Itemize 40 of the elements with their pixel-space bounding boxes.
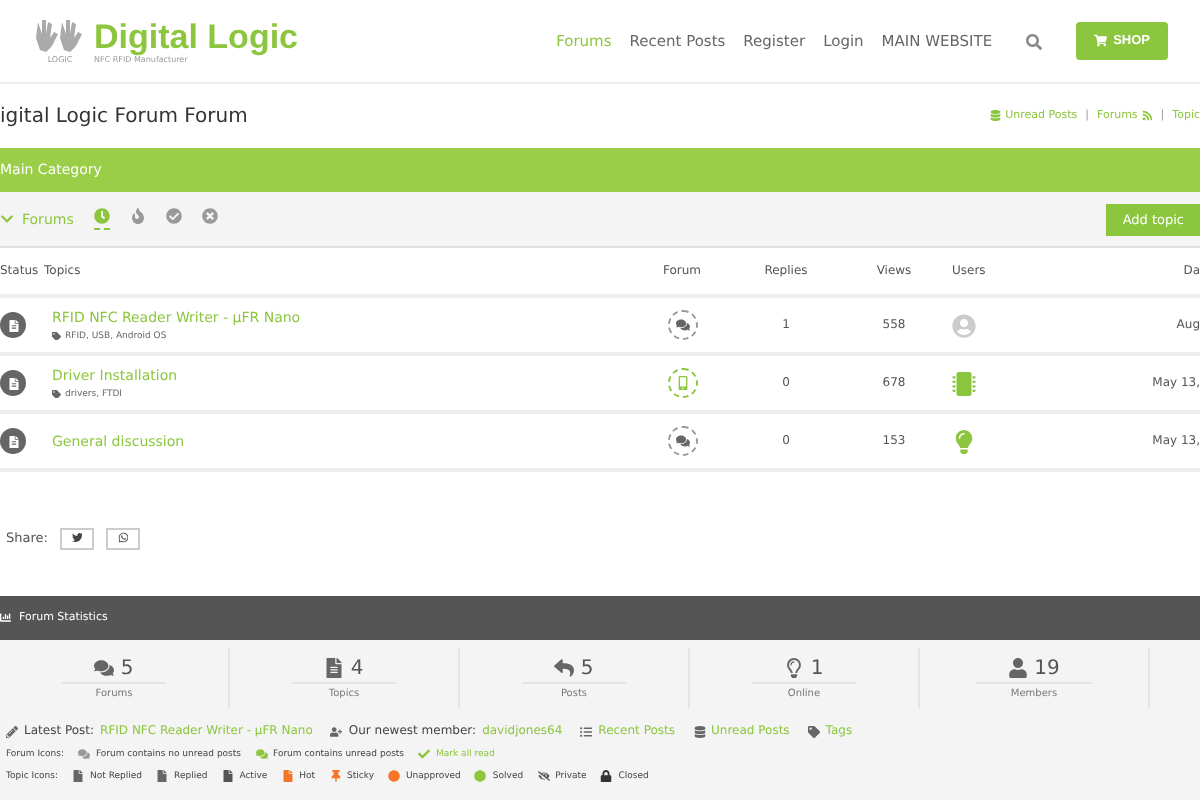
stat-value: 5 xyxy=(580,657,594,679)
topics-stat-icon xyxy=(324,658,345,678)
phone-bubble-icon xyxy=(117,532,129,544)
fire-filter-icon[interactable] xyxy=(129,208,146,230)
page-title: igital Logic Forum Forum xyxy=(0,105,248,127)
user-plus-icon xyxy=(330,725,343,737)
database-icon xyxy=(990,110,1002,122)
stat-value: 4 xyxy=(350,657,364,679)
hands-logo-icon xyxy=(32,18,88,54)
chat-forum-icon[interactable] xyxy=(667,310,697,340)
tag-icon xyxy=(52,331,61,341)
topic-status-icon xyxy=(0,312,26,338)
stat-value: 1 xyxy=(810,657,824,679)
phone-forum-icon[interactable] xyxy=(667,368,697,398)
stat-value: 5 xyxy=(120,657,134,679)
tag-icon xyxy=(52,389,61,399)
close-filter-icon[interactable] xyxy=(201,208,218,230)
members-stat-icon xyxy=(1008,658,1029,678)
tag-icon xyxy=(807,725,820,737)
clock-filter-icon[interactable] xyxy=(93,208,110,230)
pencil-icon xyxy=(6,725,18,737)
list-icon xyxy=(580,725,593,737)
topic-status-icon xyxy=(0,370,26,396)
posts-stat-icon xyxy=(554,658,575,678)
forums-stat-icon xyxy=(94,658,115,678)
cart-icon xyxy=(1094,34,1108,48)
bird-icon xyxy=(71,532,83,544)
chat-forum-icon[interactable] xyxy=(667,426,697,456)
stat-value: 19 xyxy=(1034,657,1060,679)
check-filter-icon[interactable] xyxy=(165,208,182,230)
twitter-share-button[interactable] xyxy=(59,527,94,549)
rss-icon xyxy=(1141,110,1153,122)
chevron-icon xyxy=(0,212,14,226)
topic-status-icon xyxy=(0,428,26,454)
online-stat-icon xyxy=(784,658,805,678)
db-icon xyxy=(693,725,705,737)
bar-chart-icon xyxy=(0,612,11,624)
whatsapp-share-button[interactable] xyxy=(105,527,140,549)
logo-wordmark[interactable]: Digital Logic xyxy=(94,19,298,53)
search-icon[interactable] xyxy=(1026,33,1043,49)
